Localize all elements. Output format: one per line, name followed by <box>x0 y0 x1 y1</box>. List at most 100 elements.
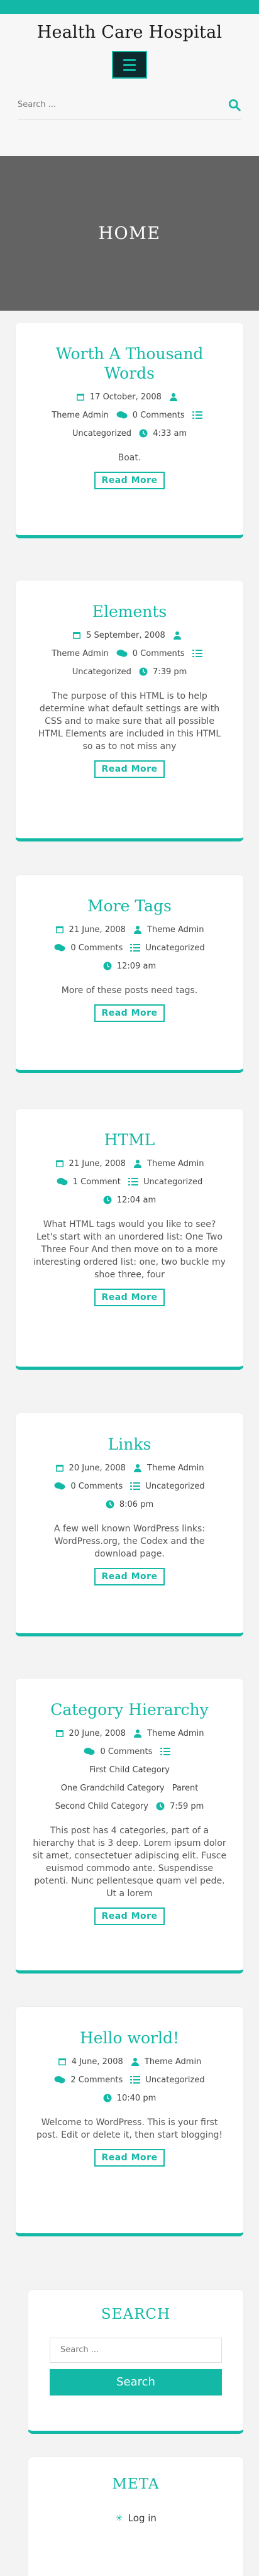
post-author[interactable]: Theme Admin <box>145 2057 201 2067</box>
post-comments[interactable]: 0 Comments <box>133 649 185 658</box>
menu-toggle-button[interactable] <box>112 51 147 79</box>
post-comments[interactable]: 1 Comment <box>73 1177 121 1187</box>
post-author[interactable]: Theme Admin <box>147 1463 204 1473</box>
post-category[interactable]: Uncategorized <box>72 425 131 443</box>
post-title[interactable]: HTML <box>32 1130 227 1150</box>
post-title[interactable]: Hello world! <box>32 2028 227 2048</box>
post-author[interactable]: Theme Admin <box>147 1729 204 1738</box>
user-icon <box>131 2058 139 2066</box>
comments-icon <box>54 944 65 952</box>
calendar-icon <box>73 632 81 639</box>
comments-icon <box>116 411 128 419</box>
meta-login-link[interactable]: ✳ Log in <box>28 2512 243 2524</box>
post-date[interactable]: 5 September, 2008 <box>86 631 165 640</box>
post-author[interactable]: Theme Admin <box>147 925 204 935</box>
post-author[interactable]: Theme Admin <box>147 1159 204 1169</box>
post-date[interactable]: 20 June, 2008 <box>69 1729 126 1738</box>
post-title[interactable]: Worth A Thousand Words <box>32 344 227 383</box>
search-widget: SEARCH Search ... Search <box>28 2289 244 2434</box>
hamburger-icon <box>123 58 136 61</box>
list-icon <box>130 944 141 952</box>
user-icon <box>134 1729 142 1738</box>
comments-icon <box>57 1178 68 1185</box>
post-title[interactable]: Elements <box>32 602 227 621</box>
user-icon <box>170 393 178 401</box>
site-title[interactable]: Health Care Hospital <box>0 23 259 42</box>
post-category[interactable]: Uncategorized <box>72 663 131 681</box>
post-card: Links 20 June, 2008 Theme Admin 0 Commen… <box>15 1413 244 1636</box>
post-date[interactable]: 4 June, 2008 <box>72 2057 123 2067</box>
post-excerpt: Welcome to WordPress. This is your first… <box>36 2118 223 2140</box>
read-more-button[interactable]: Read More <box>94 760 165 778</box>
post-meta: 21 June, 2008 Theme Admin 0 Comments Unc… <box>32 921 227 975</box>
post-excerpt: This post has 4 categories, part of a hi… <box>32 1826 227 1899</box>
post-excerpt: The purpose of this HTML is to help dete… <box>38 691 221 752</box>
list-icon <box>192 650 202 657</box>
post-date[interactable]: 17 October, 2008 <box>90 392 162 402</box>
post-excerpt: A few well known WordPress links: WordPr… <box>53 1524 206 1559</box>
login-label[interactable]: Log in <box>128 2512 157 2524</box>
read-more-button[interactable]: Read More <box>94 1907 165 1925</box>
read-more-button[interactable]: Read More <box>94 2149 165 2167</box>
comments-icon <box>84 1748 95 1755</box>
post-meta: 21 June, 2008 Theme Admin 1 Comment Unca… <box>32 1155 227 1209</box>
post-time: 10:40 pm <box>116 2094 157 2103</box>
post-time: 12:04 am <box>116 1196 157 1205</box>
comments-icon <box>54 2076 65 2084</box>
clock-icon <box>103 2094 112 2102</box>
post-category[interactable]: Parent <box>172 1779 199 1797</box>
user-icon <box>134 926 142 934</box>
post-category[interactable]: Uncategorized <box>143 1177 202 1187</box>
post-category[interactable]: Uncategorized <box>145 2075 204 2085</box>
clock-icon <box>139 667 148 676</box>
read-more-button[interactable]: Read More <box>94 1004 165 1022</box>
read-more-button[interactable]: Read More <box>94 472 165 489</box>
read-more-button[interactable]: Read More <box>94 1568 165 1585</box>
post-card: Worth A Thousand Words 17 October, 2008 … <box>15 322 244 538</box>
list-icon <box>128 1178 139 1185</box>
post-excerpt: What HTML tags would you like to see? Le… <box>33 1219 226 1280</box>
calendar-icon <box>55 1465 63 1472</box>
post-card: Elements 5 September, 2008 Theme Admin 0… <box>15 580 244 841</box>
post-card: HTML 21 June, 2008 Theme Admin 1 Comment… <box>15 1108 244 1370</box>
read-more-button[interactable]: Read More <box>94 1289 165 1306</box>
search-widget-title: SEARCH <box>101 2306 171 2323</box>
post-category[interactable]: Uncategorized <box>145 1482 204 1491</box>
post-date[interactable]: 21 June, 2008 <box>69 1159 126 1169</box>
post-author[interactable]: Theme Admin <box>52 645 108 663</box>
widget-search-input[interactable]: Search ... <box>50 2338 222 2363</box>
clock-icon <box>103 1196 112 1204</box>
user-icon <box>134 1464 142 1472</box>
post-title[interactable]: Links <box>32 1435 227 1454</box>
post-comments[interactable]: 0 Comments <box>70 943 123 953</box>
comments-icon <box>54 1482 65 1490</box>
post-comments[interactable]: 2 Comments <box>70 2075 123 2085</box>
post-title[interactable]: More Tags <box>32 896 227 916</box>
post-title[interactable]: Category Hierarchy <box>32 1700 227 1719</box>
post-category[interactable]: First Child Category <box>89 1761 170 1779</box>
post-comments[interactable]: 0 Comments <box>70 1482 123 1491</box>
post-date[interactable]: 21 June, 2008 <box>69 925 126 935</box>
post-excerpt: More of these posts need tags. <box>61 985 198 996</box>
post-author[interactable]: Theme Admin <box>52 406 108 425</box>
calendar-icon <box>76 394 84 401</box>
post-time: 8:06 pm <box>119 1500 154 1509</box>
asterisk-icon: ✳ <box>115 2512 123 2524</box>
post-meta: 4 June, 2008 Theme Admin 2 Comments Unca… <box>32 2053 227 2107</box>
search-button[interactable]: Search <box>50 2369 222 2396</box>
post-category[interactable]: Second Child Category <box>55 1797 148 1816</box>
comments-icon <box>116 650 128 657</box>
post-comments[interactable]: 0 Comments <box>100 1747 152 1757</box>
list-icon <box>160 1748 170 1755</box>
header-search-input[interactable]: Search ... <box>18 90 241 120</box>
post-category[interactable]: One Grandchild Category <box>61 1779 165 1797</box>
top-accent-bar <box>0 0 259 14</box>
header-search-placeholder: Search ... <box>18 100 57 109</box>
post-card: Hello world! 4 June, 2008 Theme Admin 2 … <box>15 2006 244 2236</box>
post-date[interactable]: 20 June, 2008 <box>69 1463 126 1473</box>
search-icon[interactable] <box>228 98 241 112</box>
post-comments[interactable]: 0 Comments <box>133 411 185 420</box>
clock-icon <box>156 1802 165 1811</box>
post-category[interactable]: Uncategorized <box>145 943 204 953</box>
post-meta: 5 September, 2008 Theme Admin 0 Comments… <box>32 626 227 681</box>
